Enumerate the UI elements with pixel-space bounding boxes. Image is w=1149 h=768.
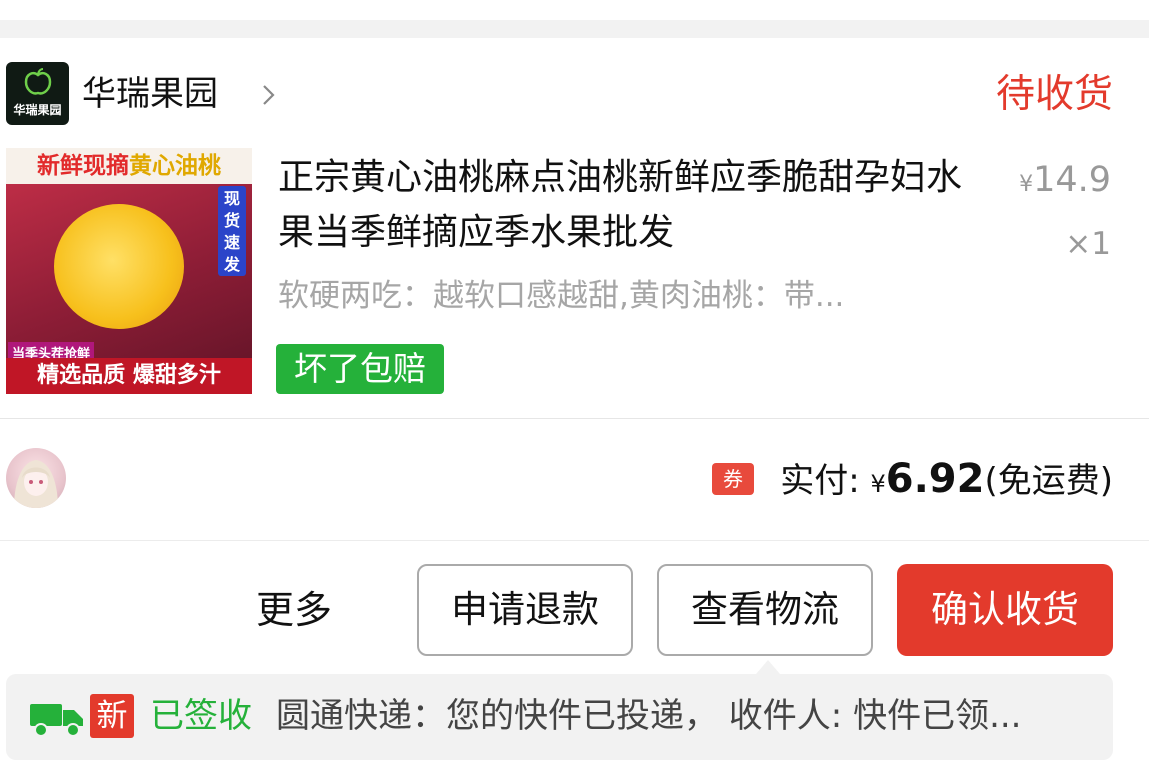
product-spec: 软硬两吃：越软口感越甜,黄肉油桃：带...	[278, 278, 845, 314]
shop-logo-text: 华瑞果园	[13, 103, 62, 117]
thumbnail-banner-part1: 新鲜现摘	[37, 153, 129, 179]
unit-price: ¥14.9	[1019, 160, 1111, 200]
thumbnail-banner: 新鲜现摘黄心油桃	[6, 148, 252, 184]
chevron-right-icon[interactable]	[258, 82, 280, 108]
paid-amount: 实付: ¥6.92(免运费)	[780, 454, 1113, 509]
price-value: 14.9	[1033, 160, 1111, 200]
peach-flesh-graphic	[54, 204, 184, 329]
thumbnail-bottom-text: 精选品质 爆甜多汁	[6, 358, 252, 394]
avatar-figure-icon	[14, 460, 58, 508]
coupon-icon: 券	[712, 463, 754, 495]
quantity: ×1	[1065, 226, 1111, 262]
shop-name[interactable]: 华瑞果园	[82, 72, 218, 116]
order-status: 待收货	[995, 72, 1113, 117]
more-button[interactable]: 更多	[256, 585, 332, 635]
top-strip	[0, 0, 1149, 20]
thumbnail-side-tag: 现货速发	[218, 186, 246, 276]
paid-value: 6.92	[885, 456, 985, 502]
divider	[0, 418, 1149, 419]
view-logistics-button[interactable]: 查看物流	[657, 564, 873, 656]
price-currency: ¥	[1019, 172, 1034, 197]
new-badge: 新	[90, 694, 134, 738]
thumbnail-banner-part2: 黄心油桃	[129, 153, 221, 179]
shipping-note: (免运费)	[984, 461, 1113, 501]
promise-tag: 坏了包赔	[276, 344, 444, 394]
paid-currency: ¥	[870, 470, 886, 498]
avatar[interactable]	[6, 448, 66, 508]
logistics-bar[interactable]: 新 已签收 圆通快递：您的快件已投递， 收件人: 快件已领...	[6, 674, 1113, 760]
product-title[interactable]: 正宗黄心油桃麻点油桃新鲜应季脆甜孕妇水果当季鲜摘应季水果批发	[278, 150, 978, 260]
truck-icon	[30, 704, 83, 737]
product-thumbnail[interactable]: 新鲜现摘黄心油桃 现货速发 当季头茬抢鲜 精选品质 爆甜多汁	[6, 148, 252, 394]
divider	[0, 540, 1149, 541]
logistics-message: 圆通快递：您的快件已投递， 收件人: 快件已领...	[276, 696, 1022, 736]
confirm-receipt-button[interactable]: 确认收货	[897, 564, 1113, 656]
shop-logo[interactable]: 华瑞果园	[6, 62, 69, 125]
delivery-status: 已签收	[150, 696, 252, 736]
paid-label: 实付:	[780, 461, 860, 501]
apple-icon	[24, 68, 52, 95]
order-card: 华瑞果园 华瑞果园 待收货 新鲜现摘黄心油桃 现货速发 当季头茬抢鲜 精选品质 …	[0, 38, 1149, 768]
refund-button[interactable]: 申请退款	[417, 564, 633, 656]
logistics-pointer	[756, 660, 780, 674]
